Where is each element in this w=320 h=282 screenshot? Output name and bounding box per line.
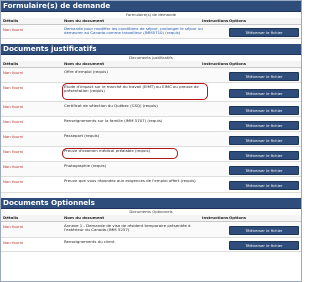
document-name: Certificat de sélection du Québec (CSQ) … (64, 102, 158, 108)
upload-file-button[interactable]: Téléverser le fichier (229, 226, 299, 235)
document-name: Renseignements sur la famille (IMM 5707)… (64, 117, 163, 123)
section-title: Documents Optionnels (1, 198, 301, 209)
section-optional-documents: Documents Optionnels Documents Optionnel… (1, 198, 301, 252)
document-name-link[interactable]: Demande pour modifier les conditions de … (64, 26, 204, 36)
column-header-options: Options (229, 215, 247, 220)
table-header: Détails Nom du document Instructions Opt… (1, 18, 301, 25)
table-row: Non fourni Demande pour modifier les con… (1, 25, 301, 39)
document-name: Annexe 1 - Demande de visa de résident t… (64, 222, 191, 232)
column-header-details: Détails (3, 215, 19, 220)
document-name: Photographie (requis) (64, 162, 107, 168)
upload-file-button[interactable]: Téléverser le fichier (229, 88, 299, 98)
document-name: Preuve que vous répondez aux exigences d… (64, 177, 196, 183)
table-row: Non fourni Offre d'emploi (requis) Télév… (1, 68, 301, 83)
upload-file-button[interactable]: Téléverser le fichier (229, 105, 299, 115)
status-text: Non fourni (3, 149, 24, 154)
column-header-instructions: Instructions (202, 215, 229, 220)
table-row: Non fourni Photographie (requis) Téléver… (1, 162, 301, 177)
section-application-forms: Formulaire(s) de demande Formulaire(s) d… (1, 1, 301, 39)
upload-file-button[interactable]: Téléverser le fichier (229, 71, 299, 81)
document-name: Preuve d'examen médical préalable (requi… (64, 147, 150, 153)
upload-file-button[interactable]: Téléverser le fichier (229, 135, 299, 145)
document-checklist: Formulaire(s) de demande Formulaire(s) d… (0, 0, 302, 282)
status-text: Non fourni (3, 179, 24, 184)
upload-file-button[interactable]: Téléverser le fichier (229, 241, 299, 250)
table-row: Non fourni Preuve d'examen médical préal… (1, 147, 301, 162)
status-text: Non fourni (3, 134, 24, 139)
section-title: Formulaire(s) de demande (1, 1, 301, 12)
column-header-instructions: Instructions (202, 18, 229, 23)
upload-file-button[interactable]: Téléverser le fichier (229, 181, 299, 190)
column-header-details: Détails (3, 18, 19, 23)
status-text: Non fourni (3, 240, 24, 245)
table-row: Non fourni Preuve que vous répondez aux … (1, 177, 301, 193)
column-header-instructions: Instructions (202, 61, 229, 66)
status-text: Non fourni (3, 104, 24, 109)
table-row: Non fourni Certificat de sélection du Qu… (1, 102, 301, 117)
upload-file-button[interactable]: Téléverser le fichier (229, 150, 299, 160)
table-row: Non fourni Annexe 1 - Demande de visa de… (1, 222, 301, 238)
column-header-name: Nom du document (64, 215, 105, 220)
document-name: Étude d'impact sur le marché du travail … (64, 83, 199, 93)
column-header-options: Options (229, 61, 247, 66)
table-header: Détails Nom du document Instructions Opt… (1, 61, 301, 68)
column-header-details: Détails (3, 61, 19, 66)
document-name: Offre d'emploi (requis) (64, 68, 108, 74)
upload-file-button[interactable]: Téléverser le fichier (229, 120, 299, 130)
upload-file-button[interactable]: Téléverser le fichier (229, 28, 299, 37)
section-supporting-documents: Documents justificatifs Documents justif… (1, 44, 301, 193)
table-row: Non fourni Renseignements du client Télé… (1, 238, 301, 252)
status-text: Non fourni (3, 119, 24, 124)
status-text: Non fourni (3, 70, 24, 75)
column-header-name: Nom du document (64, 18, 105, 23)
status-text: Non fourni (3, 224, 24, 229)
status-text: Non fourni (3, 164, 24, 169)
section-title: Documents justificatifs (1, 44, 301, 55)
column-header-options: Options (229, 18, 247, 23)
column-header-name: Nom du document (64, 61, 105, 66)
table-row: Non fourni Étude d'impact sur le marché … (1, 83, 301, 102)
table-header: Détails Nom du document Instructions Opt… (1, 215, 301, 222)
table-row: Non fourni Renseignements sur la famille… (1, 117, 301, 132)
table-row: Non fourni Passeport (requis) Téléverser… (1, 132, 301, 147)
status-text: Non fourni (3, 27, 24, 32)
document-name: Renseignements du client (64, 238, 115, 244)
upload-file-button[interactable]: Téléverser le fichier (229, 165, 299, 175)
status-text: Non fourni (3, 85, 24, 90)
document-name: Passeport (requis) (64, 132, 100, 138)
